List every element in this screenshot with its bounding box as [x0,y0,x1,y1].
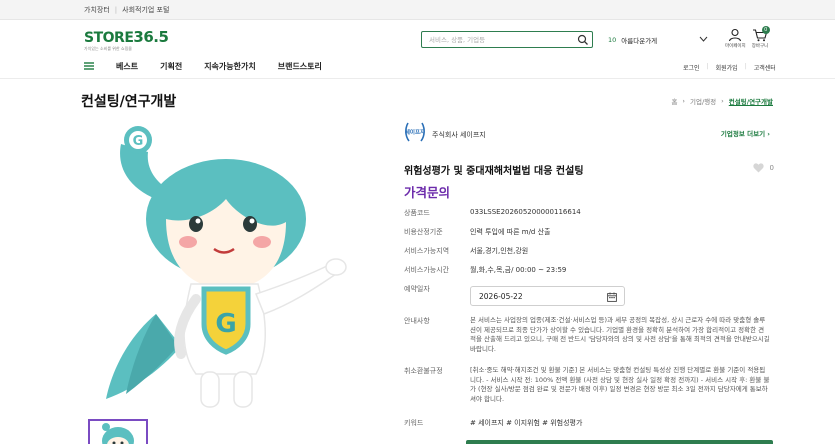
support-link[interactable]: 고객센터 [754,63,776,72]
cart-label: 장바구니 [751,44,769,49]
link-gachi-market[interactable]: 가치장터 [84,5,110,15]
nav-item-brand-story[interactable]: 브랜드스토리 [278,61,322,72]
notice-label: 안내사항 [404,317,430,325]
logo-text-365: 36.5 [133,28,169,46]
nav-item-sustainable-value[interactable]: 지속가능한가치 [204,61,256,72]
svg-text:세이프지: 세이프지 [405,128,425,136]
join-link[interactable]: 회원가입 [716,63,738,72]
user-icon [729,28,742,42]
search-icon[interactable] [577,34,589,46]
popular-ranking-dropdown[interactable]: 10 아름다운가게 [608,33,710,47]
breadcrumb-home[interactable]: 홈 [671,96,677,106]
breadcrumb-category[interactable]: 기업/행정 [690,96,716,106]
nav-item-best[interactable]: 베스트 [116,61,138,72]
price-inquiry: 가격문의 [404,185,451,200]
product-code-label: 상품코드 [404,209,430,217]
company-info-more-link[interactable]: 기업정보 더보기 › [721,128,770,138]
user-menu: 마이페이지 0 장바구니 [725,26,770,49]
breadcrumb: 홈 › 기업/행정 › 컨설팅/연구개발 [671,96,773,106]
like-count: 0 [769,164,774,172]
link-social-enterprise-portal[interactable]: 사회적기업 포털 [122,5,169,15]
product-title: 위험성평가 및 중대재해처벌법 대응 컨설팅 [404,166,584,177]
notice-text: 본 서비스는 사업장의 업종(제조·건설·서비스업 등)과 세부 공정의 복잡성… [470,316,770,353]
reservation-date-label: 예약일자 [404,285,430,293]
logo-text-store: STORE [84,30,134,46]
login-link[interactable]: 로그인 [683,63,700,72]
product-code-value: 033LSSE202605200000116614 [470,208,581,216]
cart-button[interactable]: 0 장바구니 [751,26,770,49]
separator: | [744,63,747,70]
store365-logo[interactable]: STORE36.5 가치있는 소비를 위한 쇼핑몰 [84,28,169,52]
cost-basis-value: 인력 투입에 따른 m/d 산출 [470,228,551,236]
search-input[interactable] [422,32,567,47]
service-region-label: 서비스가능지역 [404,247,450,255]
company-name[interactable]: 주식회사 세이프지 [432,130,486,140]
main-nav: 베스트 기획전 지속가능한가치 브랜드스토리 로그인 | 회원가입 | 고객센터 [0,56,835,78]
svg-text:G: G [215,309,236,339]
header-divider [0,78,835,79]
logo-tagline: 가치있는 소비를 위한 쇼핑몰 [84,46,132,51]
company-info-more-label: 기업정보 더보기 [720,130,766,138]
page-title: 컨설팅/연구개발 [81,94,177,110]
header: STORE36.5 가치있는 소비를 위한 쇼핑몰 10 아름다운가게 마이페이… [0,20,835,56]
cart-count-badge: 0 [761,26,770,34]
product-image: G G [86,124,356,414]
cost-basis-label: 비용산정기준 [404,228,443,236]
chevron-right-icon: › [721,97,724,105]
service-time-value: 월,화,수,목,금/ 00:00 ~ 23:59 [470,266,567,274]
breadcrumb-current[interactable]: 컨설팅/연구개발 [729,96,773,106]
like-button[interactable]: 0 [752,163,774,173]
ranking-keyword: 아름다운가게 [621,37,658,45]
hamburger-menu-icon[interactable] [84,61,94,71]
company-logo[interactable]: 세이프지 [404,120,426,144]
chevron-right-icon: › [682,97,686,105]
inquiry-button[interactable] [466,440,773,444]
reservation-date-input[interactable]: 2026-05-22 [470,286,625,306]
refund-policy-label: 취소환불규정 [404,367,443,375]
nav-item-exhibition[interactable]: 기획전 [160,61,182,72]
refund-policy-text: [취소·중도 해약·해지조건 및 환불 기준] 본 서비스는 맞춤형 컨설팅 특… [470,366,770,403]
calendar-icon[interactable] [607,292,617,304]
keywords-value[interactable]: # 세이프지 # 이지위험 # 위험성평가 [470,418,582,428]
keywords-label: 키워드 [404,419,424,427]
mypage-button[interactable]: 마이페이지 [725,28,746,49]
separator: | [114,6,118,14]
search-box [421,31,593,48]
ranking-number: 10 [608,36,617,44]
product-thumbnail[interactable] [88,419,148,444]
company-row: 세이프지 주식회사 세이프지 기업정보 더보기 › [404,120,774,144]
service-time-label: 서비스가능시간 [404,266,450,274]
service-region-value: 서울,경기,인천,강원 [470,247,529,255]
chevron-down-icon [699,35,708,45]
mypage-label: 마이페이지 [725,44,746,49]
svg-text:G: G [133,134,144,149]
utility-bar: 가치장터 | 사회적기업 포털 [0,0,835,20]
reservation-date-value: 2026-05-22 [479,291,523,301]
separator: | [706,63,709,70]
heart-icon [752,163,764,173]
